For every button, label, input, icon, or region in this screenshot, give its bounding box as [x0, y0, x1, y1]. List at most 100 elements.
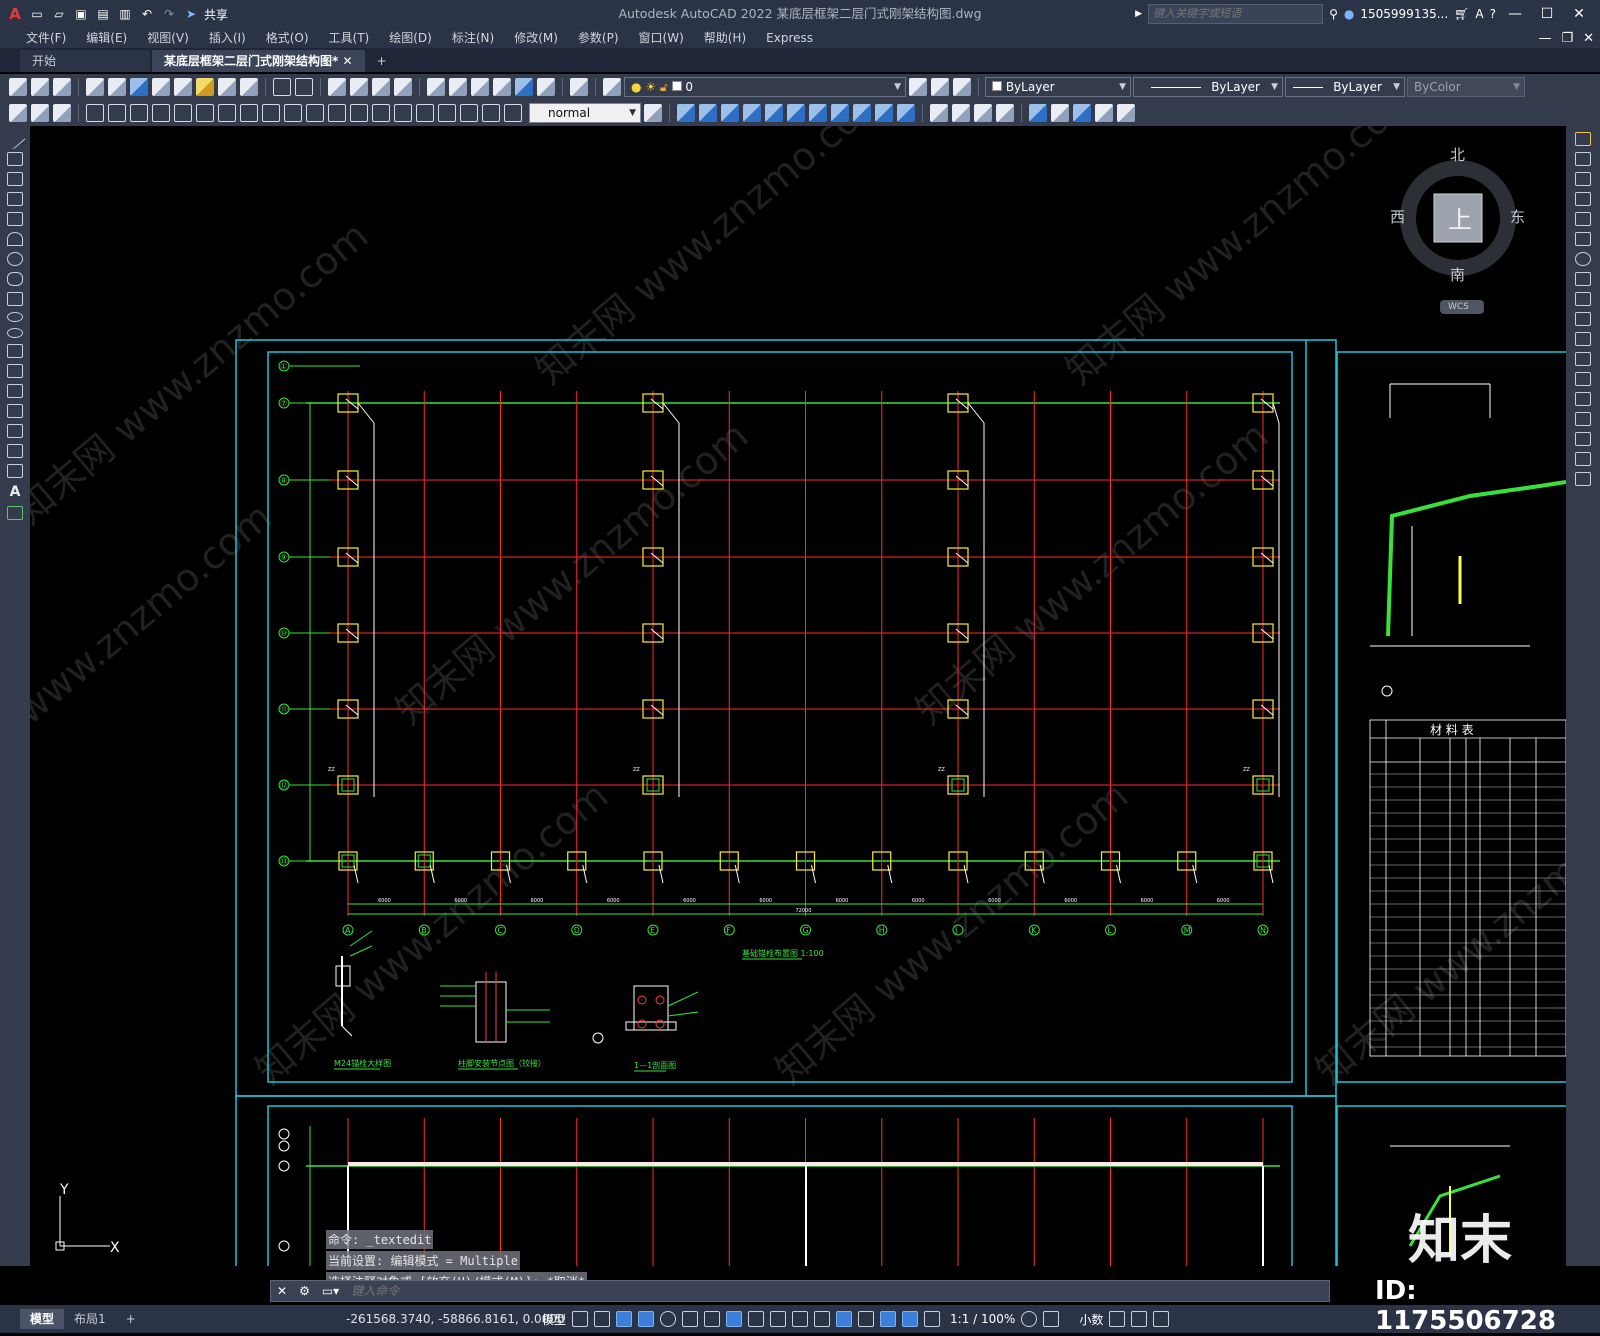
- scale-icon[interactable]: [1575, 272, 1591, 286]
- annotation-scale[interactable]: 1:1 / 100%: [950, 1312, 1015, 1326]
- lineweight-dropdown[interactable]: ByLayer ▼: [1285, 77, 1405, 97]
- block-editor-icon[interactable]: [240, 78, 258, 96]
- add-selected-icon[interactable]: [7, 506, 23, 520]
- dimstyle-dropdown[interactable]: normal ▼: [529, 103, 641, 123]
- menu-help[interactable]: 帮助(H): [694, 28, 756, 48]
- quickcalc-icon[interactable]: [537, 78, 555, 96]
- properties-icon[interactable]: [427, 78, 445, 96]
- pan-icon[interactable]: [328, 78, 346, 96]
- modify-k-icon[interactable]: [897, 104, 915, 122]
- menu-view[interactable]: 视图(V): [137, 28, 199, 48]
- modify-q-icon[interactable]: [1051, 104, 1069, 122]
- polar-icon[interactable]: [660, 1311, 677, 1327]
- model-space-button[interactable]: 模型: [542, 1311, 566, 1328]
- cut-icon[interactable]: [152, 78, 170, 96]
- search-icon[interactable]: ⚲: [1329, 7, 1338, 21]
- menu-edit[interactable]: 编辑(E): [76, 28, 137, 48]
- rectangle-icon[interactable]: [7, 212, 23, 226]
- tool-palettes-icon[interactable]: [471, 78, 489, 96]
- snap-icon[interactable]: [594, 1311, 611, 1327]
- grid-icon[interactable]: [572, 1311, 589, 1327]
- sheet-set-icon[interactable]: [493, 78, 511, 96]
- user-name[interactable]: 1505999135...: [1360, 7, 1448, 21]
- doc-close-button[interactable]: ✕: [1583, 31, 1594, 46]
- tab-layout1[interactable]: 布局1: [64, 1309, 116, 1329]
- match-prop-icon[interactable]: [218, 78, 236, 96]
- dynamic-ucs-icon[interactable]: [836, 1311, 853, 1327]
- auto-scale-icon[interactable]: [924, 1311, 941, 1327]
- compass-south[interactable]: 南: [1450, 264, 1465, 285]
- tab-start[interactable]: 开始: [20, 50, 150, 72]
- break-point-icon[interactable]: [1575, 352, 1591, 366]
- arc-icon[interactable]: [7, 232, 23, 246]
- modify-m-icon[interactable]: [952, 104, 970, 122]
- lock-ui-icon[interactable]: [1131, 1311, 1148, 1327]
- dim-space-icon[interactable]: [328, 104, 346, 122]
- undo-tool-icon[interactable]: [273, 78, 291, 96]
- zoom-window-icon[interactable]: [372, 78, 390, 96]
- open-file-icon[interactable]: ▱: [50, 5, 68, 23]
- offset-icon[interactable]: [1575, 192, 1591, 206]
- model-viewport[interactable]: 知末网 www.znzmo.com 知末网 www.znzmo.com 知末网 …: [30, 126, 1566, 1266]
- units-value[interactable]: 小数: [1079, 1311, 1103, 1328]
- menu-express[interactable]: Express: [756, 28, 823, 48]
- wcs-menu[interactable]: WCS: [1448, 302, 1469, 312]
- search-input[interactable]: [1148, 4, 1324, 24]
- menu-format[interactable]: 格式(O): [256, 28, 319, 48]
- save-tool-icon[interactable]: [53, 78, 71, 96]
- copy-icon[interactable]: [174, 78, 192, 96]
- gizmo-icon[interactable]: [880, 1311, 897, 1327]
- viewcube-face-top[interactable]: 上: [1448, 200, 1472, 235]
- save-as-icon[interactable]: ▤: [94, 5, 112, 23]
- menu-insert[interactable]: 插入(I): [199, 28, 256, 48]
- plot-icon[interactable]: ▥: [116, 5, 134, 23]
- radius-dim-icon[interactable]: [174, 104, 192, 122]
- layer-properties-icon[interactable]: [603, 78, 621, 96]
- doc-restore-button[interactable]: ❐: [1561, 31, 1573, 46]
- plotstyle-dropdown[interactable]: ByColor ▼: [1407, 77, 1525, 97]
- angular-dim-icon[interactable]: [240, 104, 258, 122]
- polyline-icon[interactable]: [7, 172, 23, 186]
- zoom-previous-icon[interactable]: [394, 78, 412, 96]
- trim-icon[interactable]: [1575, 312, 1591, 326]
- infer-constraints-icon[interactable]: [616, 1311, 633, 1327]
- share-icon[interactable]: ➤: [182, 5, 200, 23]
- command-input[interactable]: [345, 1282, 1329, 1300]
- a360-icon[interactable]: A: [1475, 7, 1483, 21]
- gradient-icon[interactable]: [7, 424, 23, 438]
- table-icon[interactable]: [7, 464, 23, 478]
- transparency-icon[interactable]: [770, 1311, 787, 1327]
- modify-f-icon[interactable]: [787, 104, 805, 122]
- annotation-visibility-icon[interactable]: [902, 1311, 919, 1327]
- spline-icon[interactable]: [7, 292, 23, 306]
- array-icon[interactable]: [1575, 212, 1591, 226]
- 3d-osnap-icon[interactable]: [814, 1311, 831, 1327]
- viewcube[interactable]: 北 南 西 东 上 WCS: [1390, 140, 1546, 320]
- linear-dim-icon[interactable]: [86, 104, 104, 122]
- command-prompt-icon[interactable]: ▭▾: [316, 1284, 345, 1298]
- center-mark-icon[interactable]: [394, 104, 412, 122]
- maximize-button[interactable]: ☐: [1534, 6, 1560, 22]
- selection-filter-icon[interactable]: [858, 1311, 875, 1327]
- autocad-logo-icon[interactable]: A: [6, 5, 24, 23]
- tolerance-icon[interactable]: [372, 104, 390, 122]
- markup-icon[interactable]: [515, 78, 533, 96]
- region-icon[interactable]: [7, 444, 23, 458]
- menu-modify[interactable]: 修改(M): [504, 28, 568, 48]
- modify-d-icon[interactable]: [743, 104, 761, 122]
- print-icon[interactable]: [86, 78, 104, 96]
- zoom-realtime-icon[interactable]: [350, 78, 368, 96]
- line-icon[interactable]: [4, 128, 26, 150]
- save-icon[interactable]: ▣: [72, 5, 90, 23]
- compass-east[interactable]: 东: [1510, 206, 1525, 227]
- dim-update-icon[interactable]: [504, 104, 522, 122]
- layer-dropdown[interactable]: ● ☀ 🔓︎ 0 ▼: [624, 77, 906, 97]
- modify-e-icon[interactable]: [765, 104, 783, 122]
- tool-a-icon[interactable]: [9, 104, 27, 122]
- doc-minimize-button[interactable]: —: [1538, 31, 1551, 46]
- inspect-icon[interactable]: [416, 104, 434, 122]
- color-dropdown[interactable]: ByLayer ▼: [985, 77, 1131, 97]
- jogged-dim-icon[interactable]: [196, 104, 214, 122]
- modify-o-icon[interactable]: [996, 104, 1014, 122]
- new-tab-plus-icon[interactable]: +: [367, 50, 397, 72]
